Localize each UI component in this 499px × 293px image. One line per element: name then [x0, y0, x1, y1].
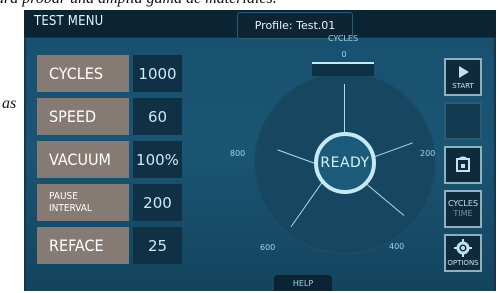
cycles-time-toggle[interactable]: CYCLES TIME	[444, 190, 482, 228]
cycles-dial: CYCLES 0 READY 200 400 600 800	[194, 28, 436, 258]
cycles-option: CYCLES	[447, 199, 479, 208]
options-label: OPTIONS	[447, 259, 479, 267]
setting-row-pause-interval[interactable]: PAUSE INTERVAL 200	[37, 184, 182, 221]
status-text: READY	[320, 155, 370, 171]
start-button[interactable]: START	[444, 58, 482, 96]
setting-row-vacuum[interactable]: VACUUM 100%	[37, 141, 182, 178]
toggle-text: CYCLES TIME	[448, 199, 478, 219]
setting-value[interactable]: 100%	[133, 141, 182, 178]
dial-tick-400: 400	[389, 242, 405, 251]
help-tab[interactable]: HELP	[274, 275, 332, 291]
dial-tick-800: 800	[230, 149, 246, 158]
setting-value[interactable]: 200	[133, 184, 182, 221]
dial-spoke	[344, 84, 345, 132]
setting-label: CYCLES	[37, 55, 129, 92]
chamber-button[interactable]	[444, 146, 482, 184]
gear-icon	[454, 239, 472, 257]
dial-top-indicator	[312, 62, 374, 76]
setting-label: PAUSE INTERVAL	[37, 184, 129, 221]
setting-value[interactable]: 25	[133, 227, 182, 264]
setting-value[interactable]: 1000	[133, 55, 182, 92]
empty-slot	[444, 102, 482, 140]
side-caption: as	[2, 95, 17, 112]
dial-tick-600: 600	[260, 243, 276, 252]
setting-label: VACUUM	[37, 141, 129, 178]
chamber-icon	[456, 156, 470, 172]
dial-tick-200: 200	[420, 149, 436, 158]
options-button[interactable]: OPTIONS	[444, 234, 482, 272]
top-caption: ara probar una amplia gama de materiales…	[0, 0, 499, 8]
setting-row-reface[interactable]: REFACE 25	[37, 227, 182, 264]
help-label: HELP	[292, 278, 314, 288]
setting-row-cycles[interactable]: CYCLES 1000	[37, 55, 182, 92]
play-icon	[459, 66, 469, 78]
setting-label: SPEED	[37, 98, 129, 135]
setting-value[interactable]: 60	[133, 98, 182, 135]
dial-title: CYCLES	[327, 34, 359, 43]
device-screen: TEST MENU Profile: Test.01 CYCLES 1000 S…	[24, 10, 496, 291]
start-label: START	[452, 82, 474, 90]
setting-row-speed[interactable]: SPEED 60	[37, 98, 182, 135]
dial-tick-0: 0	[341, 50, 347, 59]
screen-title: TEST MENU	[34, 14, 104, 29]
time-option: TIME	[453, 209, 473, 218]
setting-label: REFACE	[37, 227, 129, 264]
